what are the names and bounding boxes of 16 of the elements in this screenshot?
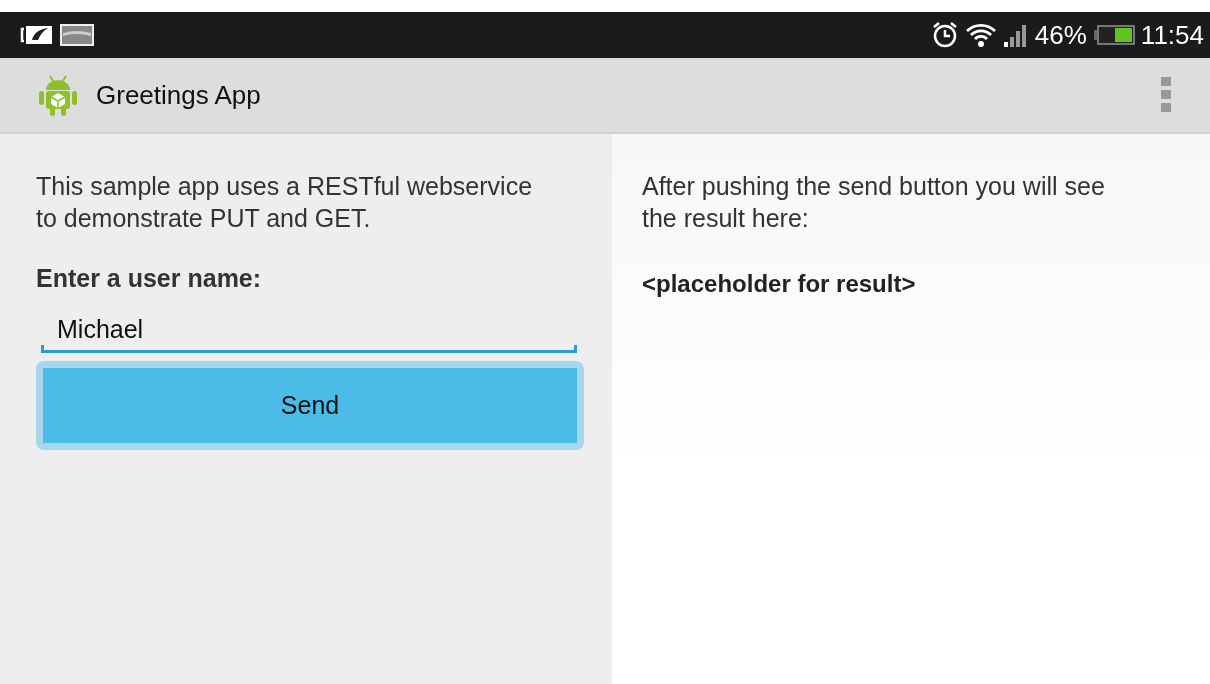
overflow-menu-icon[interactable] (1160, 76, 1172, 114)
user-name-field[interactable]: Michael (41, 309, 577, 353)
battery-icon (1092, 24, 1135, 46)
android-robot-icon (36, 73, 80, 117)
field-label: Enter a user name: (36, 264, 263, 293)
intro-text: This sample app uses a RESTful webservice to demonstrate PUT and GET. (36, 171, 534, 234)
send-button[interactable]: Send (43, 368, 577, 443)
wifi-icon (964, 22, 997, 48)
result-hint-text: After pushing the send button you will see the result here: (642, 171, 1106, 234)
signal-icon (1002, 22, 1029, 48)
app-title: Greetings App (96, 79, 262, 111)
image-icon (60, 24, 94, 46)
clock-time: 11:54 (1140, 19, 1204, 51)
result-text: <placeholder for result> (642, 270, 917, 298)
battery-percent: 46% (1034, 19, 1087, 51)
leaf-battery-icon (20, 24, 54, 46)
